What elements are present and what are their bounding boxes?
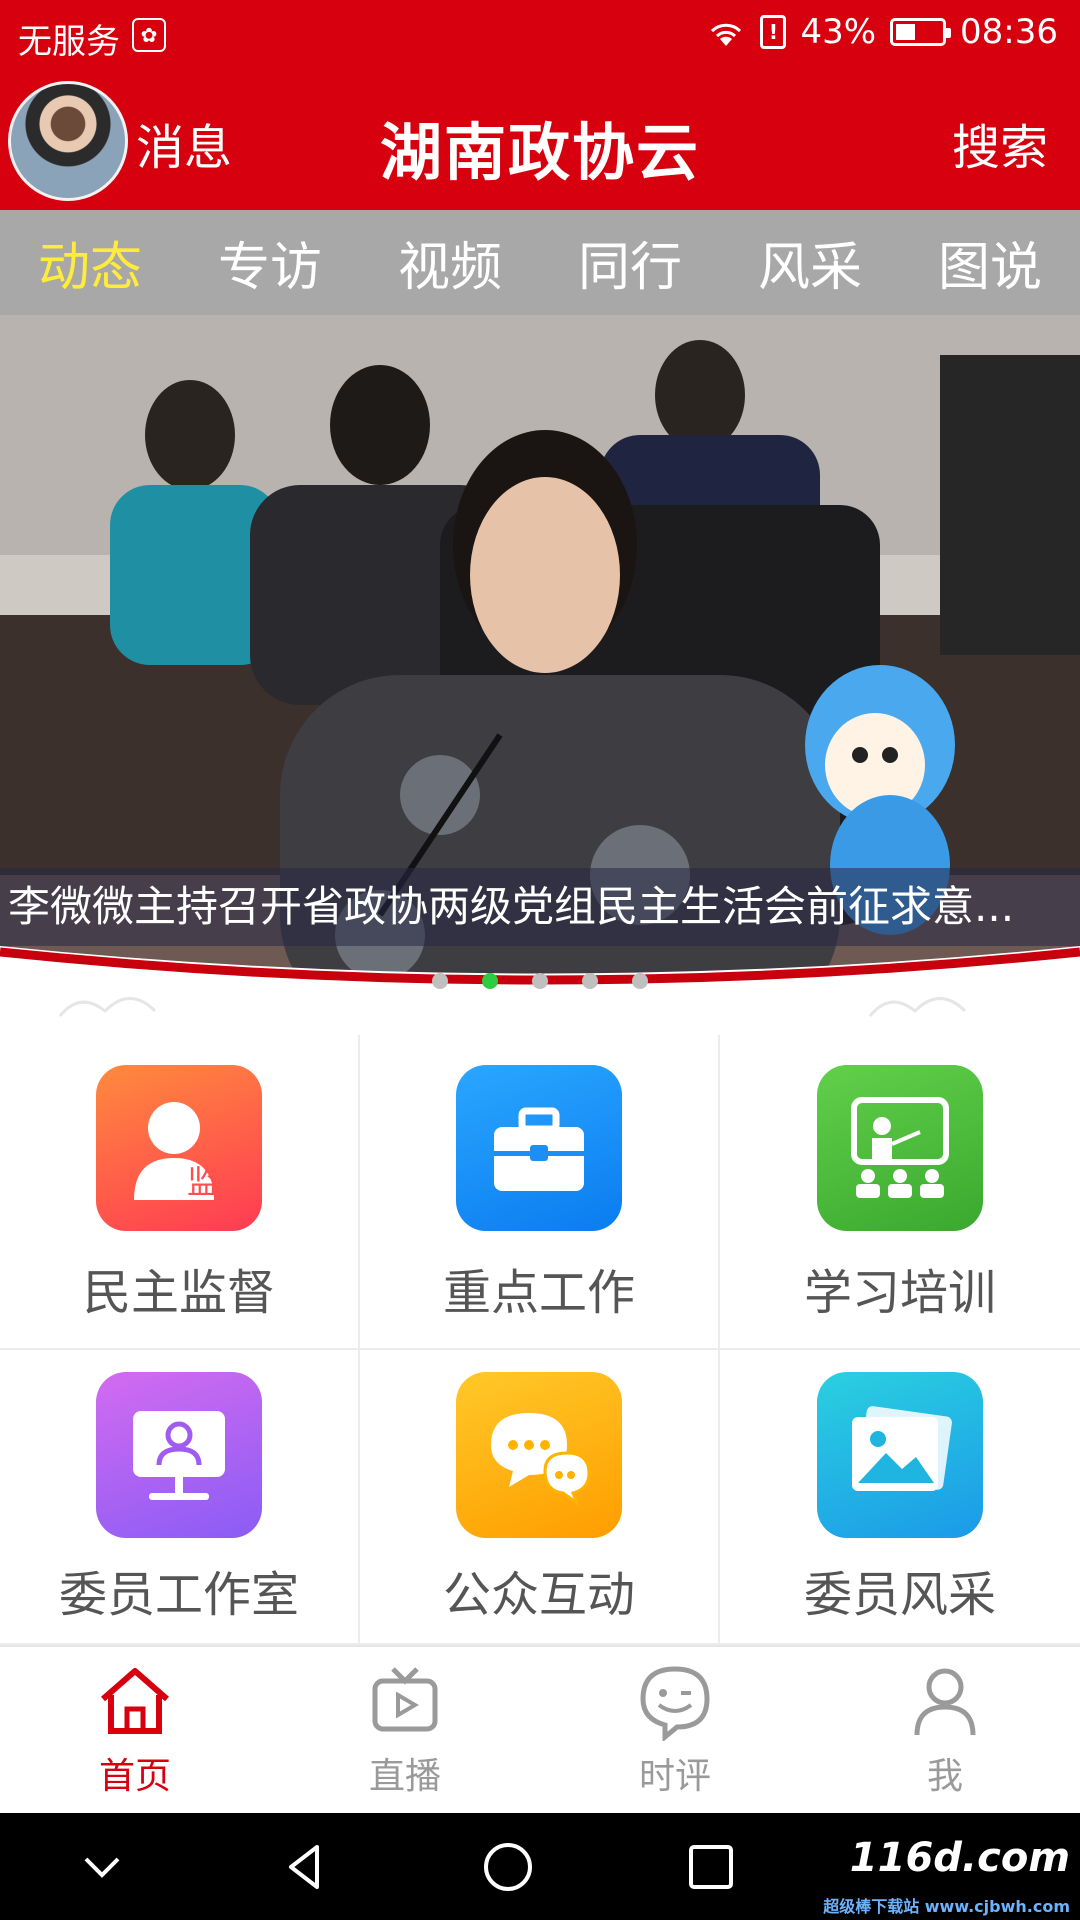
feature-gongzhong-hudong[interactable]: 公众互动 — [360, 1350, 720, 1645]
feature-label: 学习培训 — [803, 1265, 996, 1321]
sim-alert-icon: ! — [760, 15, 787, 49]
feature-label: 重点工作 — [442, 1265, 635, 1321]
news-banner[interactable]: 李微微主持召开省政协两级党组民主生活会前征求意... — [0, 315, 1080, 1035]
wink-chat-icon — [640, 1666, 710, 1741]
watermark-sub: 超级棒下载站 www.cjbwh.com — [823, 1897, 1070, 1916]
battery-icon — [890, 18, 952, 46]
feature-label: 委员风采 — [803, 1567, 996, 1623]
wifi-icon — [706, 17, 746, 47]
carousel-dot[interactable] — [532, 973, 548, 989]
nav-commentary[interactable]: 时评 — [540, 1647, 810, 1813]
home-icon — [101, 1668, 169, 1734]
feature-label: 公众互动 — [442, 1567, 635, 1623]
supervision-person-icon: 监 — [96, 1065, 262, 1231]
nav-live[interactable]: 直播 — [270, 1647, 540, 1813]
feature-label: 民主监督 — [82, 1265, 275, 1321]
tab-dongtai[interactable]: 动态 — [38, 225, 142, 300]
feature-grid: 监 民主监督 重点工作 学习培训 委员工作室 公众互动 委员风采 — [0, 1035, 1080, 1645]
search-button[interactable]: 搜索 — [952, 108, 1048, 178]
tab-tongxing[interactable]: 同行 — [578, 225, 682, 300]
carousel-dot[interactable] — [582, 973, 598, 989]
tab-zhuanfang[interactable]: 专访 — [218, 225, 322, 300]
huawei-icon: ✿ — [132, 18, 166, 52]
briefcase-icon — [456, 1065, 622, 1231]
nav-label: 首页 — [98, 1756, 171, 1797]
gallery-icon — [817, 1372, 983, 1538]
carrier-text: 无服务 — [18, 22, 120, 62]
supervision-badge: 监 — [187, 1163, 219, 1201]
feature-weiyuan-gongzuoshi[interactable]: 委员工作室 — [0, 1350, 360, 1645]
feature-minzhu-jiandu[interactable]: 监 民主监督 — [0, 1035, 360, 1350]
feature-xuexi-peixun[interactable]: 学习培训 — [720, 1035, 1080, 1350]
app-title: 湖南政协云 — [379, 116, 700, 189]
nav-me[interactable]: 我 — [810, 1647, 1080, 1813]
banner-caption[interactable]: 李微微主持召开省政协两级党组民主生活会前征求意... — [0, 868, 1080, 946]
app-header: 消息 湖南政协云 搜索 — [0, 72, 1080, 210]
status-bar: 无服务 ✿ ! 43% 08:36 — [0, 0, 1080, 72]
tab-tushuo[interactable]: 图说 — [938, 225, 1042, 300]
feature-zhongdian-gongzuo[interactable]: 重点工作 — [360, 1035, 720, 1350]
user-icon — [914, 1668, 976, 1736]
carousel-dot[interactable] — [632, 973, 648, 989]
watermark-text: 116d.com — [849, 1835, 1070, 1881]
nav-label: 直播 — [368, 1756, 441, 1797]
tv-icon — [372, 1667, 438, 1732]
carousel-dot[interactable] — [432, 973, 448, 989]
banner-cloud-border — [0, 946, 1080, 1035]
clock: 08:36 — [960, 12, 1058, 52]
chevron-down-icon[interactable] — [74, 1839, 130, 1895]
bottom-nav: 首页 直播 时评 我 — [0, 1645, 1080, 1813]
feature-weiyuan-fengcai[interactable]: 委员风采 — [720, 1350, 1080, 1645]
recents-square-icon[interactable] — [683, 1839, 739, 1895]
battery-percent: 43% — [800, 12, 877, 52]
nav-label: 我 — [926, 1756, 963, 1797]
back-icon[interactable] — [277, 1839, 333, 1895]
classroom-icon — [817, 1065, 983, 1231]
chat-bubbles-icon — [456, 1372, 622, 1538]
feature-label: 委员工作室 — [58, 1567, 299, 1623]
category-tabs: 动态 专访 视频 同行 风采 图说 — [0, 210, 1080, 315]
carousel-dot-active[interactable] — [482, 973, 498, 989]
tab-shipin[interactable]: 视频 — [398, 225, 502, 300]
monitor-person-icon — [96, 1372, 262, 1538]
status-right: ! 43% 08:36 — [706, 12, 1058, 52]
nav-label: 时评 — [638, 1756, 711, 1797]
home-circle-icon[interactable] — [480, 1839, 536, 1895]
nav-home[interactable]: 首页 — [0, 1647, 270, 1813]
watermark-logo: 116d.com 超级棒下载站 www.cjbwh.com — [823, 1835, 1070, 1916]
carousel-dots — [0, 973, 1080, 989]
tab-fengcai[interactable]: 风采 — [758, 225, 862, 300]
